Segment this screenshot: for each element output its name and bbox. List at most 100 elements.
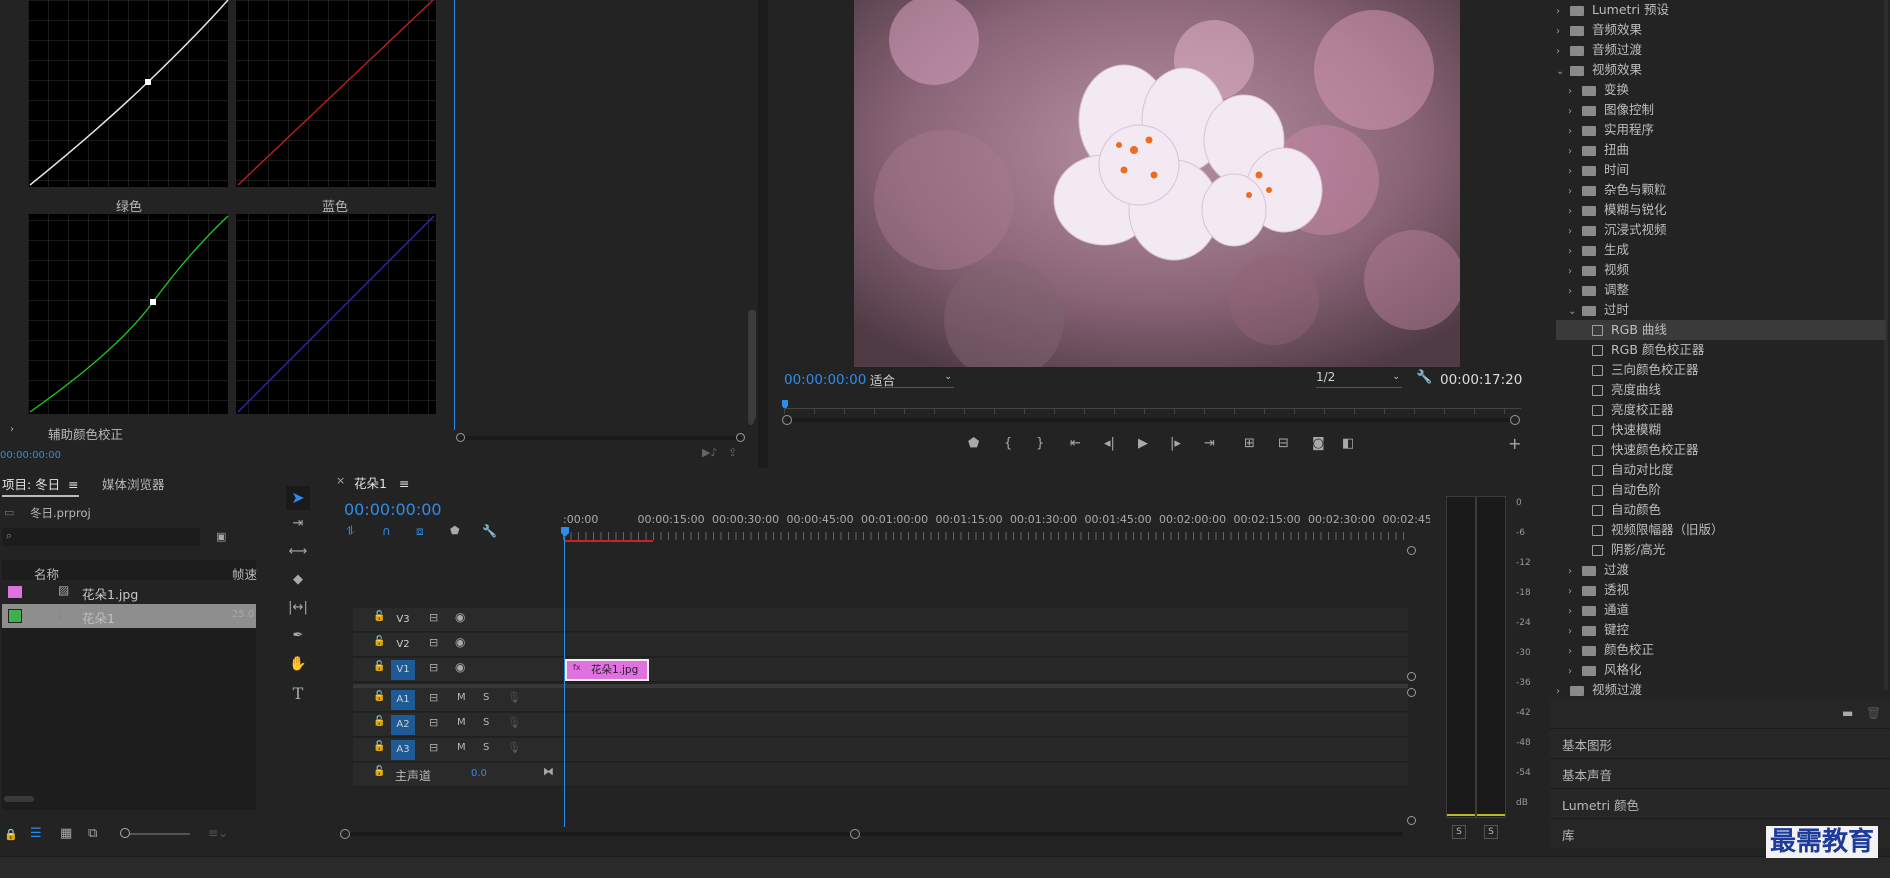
chevron-right-icon[interactable]: › bbox=[1568, 622, 1582, 642]
nest-icon[interactable]: ⥮ bbox=[346, 524, 355, 539]
microphone-icon[interactable]: 🎙 bbox=[507, 741, 521, 754]
effect-folder[interactable]: › 视频过渡 bbox=[1556, 680, 1642, 700]
trash-icon[interactable]: 🗑 bbox=[1866, 706, 1881, 720]
icon-view-icon[interactable]: ▦ bbox=[60, 826, 72, 841]
slip-tool-icon[interactable]: |↔| bbox=[286, 600, 310, 615]
chevron-right-icon[interactable]: › bbox=[1568, 662, 1582, 682]
tab-project[interactable]: 项目: 冬日 ≡ bbox=[2, 474, 79, 497]
sync-lock-icon[interactable]: ⊟ bbox=[429, 636, 438, 649]
effect-item[interactable]: RGB 曲线 bbox=[1556, 320, 1886, 340]
effect-item[interactable]: 阴影/高光 bbox=[1592, 540, 1665, 560]
compare-view-icon[interactable]: ◧ bbox=[1342, 436, 1354, 451]
panel-scrollbar[interactable] bbox=[750, 310, 756, 420]
slider-knob[interactable] bbox=[120, 828, 130, 838]
export-icon[interactable]: ⇪ bbox=[728, 446, 737, 459]
chevron-right-icon[interactable]: › bbox=[1556, 22, 1570, 42]
list-item[interactable]: ⫶ 花朵1 25.0 bbox=[2, 604, 256, 628]
sync-lock-icon[interactable]: ⊟ bbox=[429, 716, 438, 729]
chevron-right-icon[interactable]: › bbox=[1568, 262, 1582, 282]
panel-lumetri-color[interactable]: Lumetri 颜色 bbox=[1550, 788, 1890, 818]
effect-folder[interactable]: › 生成 bbox=[1568, 240, 1629, 260]
solo-right-button[interactable]: S bbox=[1484, 825, 1498, 839]
ripple-edit-tool-icon[interactable]: ⟷ bbox=[286, 544, 310, 559]
go-to-out-icon[interactable]: ⇥ bbox=[1204, 436, 1215, 451]
panel-menu-icon[interactable]: ≡ bbox=[68, 477, 78, 492]
microphone-icon[interactable]: 🎙 bbox=[507, 691, 521, 704]
lock-icon[interactable]: 🔓 bbox=[373, 741, 385, 752]
resolution-dropdown[interactable]: 1/2 ⌄ bbox=[1316, 370, 1402, 388]
chevron-right-icon[interactable]: › bbox=[1556, 42, 1570, 62]
chevron-right-icon[interactable]: › bbox=[1568, 642, 1582, 662]
timeline-zoom-bar[interactable] bbox=[348, 832, 1403, 836]
pen-tool-icon[interactable]: ✒ bbox=[286, 628, 310, 643]
video-scroll-handle[interactable] bbox=[1407, 672, 1416, 681]
effect-item[interactable]: 快速颜色校正器 bbox=[1592, 440, 1699, 460]
track-select-tool-icon[interactable]: ⇥ bbox=[286, 516, 310, 531]
linked-selection-icon[interactable]: ⧈ bbox=[416, 524, 424, 539]
effect-item[interactable]: 三向颜色校正器 bbox=[1592, 360, 1699, 380]
effect-folder[interactable]: › 音频效果 bbox=[1556, 20, 1642, 40]
solo-button[interactable]: S bbox=[483, 717, 489, 728]
effect-folder[interactable]: › 透视 bbox=[1568, 580, 1629, 600]
effect-folder[interactable]: › 实用程序 bbox=[1568, 120, 1654, 140]
effect-controls-zoom-bar[interactable] bbox=[460, 436, 742, 440]
effect-folder[interactable]: › 扭曲 bbox=[1568, 140, 1629, 160]
selection-tool-icon[interactable]: ➤ bbox=[286, 486, 310, 510]
mark-out-icon[interactable]: } bbox=[1036, 436, 1044, 451]
panel-menu-icon[interactable]: ≡ bbox=[399, 476, 409, 491]
add-marker-icon[interactable]: ⬟ bbox=[968, 436, 979, 451]
audio-scroll-handle[interactable] bbox=[1407, 816, 1416, 825]
chevron-right-icon[interactable]: › bbox=[1568, 202, 1582, 222]
effect-item[interactable]: 亮度曲线 bbox=[1592, 380, 1661, 400]
mute-button[interactable]: M bbox=[457, 692, 466, 703]
chevron-right-icon[interactable]: › bbox=[1556, 2, 1570, 22]
zoom-handle-right[interactable] bbox=[736, 433, 745, 442]
camera-icon[interactable]: ◙ bbox=[1312, 436, 1325, 451]
chevron-right-icon[interactable]: › bbox=[1568, 582, 1582, 602]
mark-in-icon[interactable]: { bbox=[1004, 436, 1012, 451]
chevron-right-icon[interactable]: › bbox=[1568, 182, 1582, 202]
mute-button[interactable]: M bbox=[457, 742, 466, 753]
effect-controls-timecode[interactable]: 00:00:00:00 bbox=[0, 450, 61, 461]
lock-icon[interactable]: 🔓 bbox=[373, 661, 385, 672]
lock-icon[interactable]: 🔓 bbox=[373, 691, 385, 702]
effect-folder[interactable]: › 模糊与锐化 bbox=[1568, 200, 1667, 220]
fit-dropdown[interactable]: 适合 ⌄ bbox=[870, 370, 954, 388]
chevron-right-icon[interactable]: › bbox=[1568, 602, 1582, 622]
zoom-handle-left[interactable] bbox=[340, 829, 350, 839]
effect-folder[interactable]: › 变换 bbox=[1568, 80, 1629, 100]
type-tool-icon[interactable]: T bbox=[286, 684, 310, 703]
tab-media-browser[interactable]: 媒体浏览器 bbox=[102, 474, 165, 493]
sync-lock-icon[interactable]: ⊟ bbox=[429, 691, 438, 704]
go-to-in-icon[interactable]: ⇤ bbox=[1070, 436, 1081, 451]
track-target-a2[interactable]: A2 bbox=[391, 715, 415, 735]
effect-folder[interactable]: › 过渡 bbox=[1568, 560, 1629, 580]
track-lane-master[interactable] bbox=[563, 763, 1408, 787]
track-lane-a3[interactable] bbox=[563, 738, 1408, 762]
chevron-right-icon[interactable]: › bbox=[1568, 282, 1582, 302]
track-target-v2[interactable]: V2 bbox=[391, 635, 415, 655]
thumbnail-size-slider[interactable] bbox=[124, 833, 190, 835]
effect-folder[interactable]: › 沉浸式视频 bbox=[1568, 220, 1667, 240]
track-target-v3[interactable]: V3 bbox=[391, 610, 415, 630]
chevron-right-icon[interactable]: › bbox=[1556, 682, 1570, 702]
video-scroll-handle[interactable] bbox=[1407, 546, 1416, 555]
chevron-right-icon[interactable]: › bbox=[1568, 222, 1582, 242]
lock-icon[interactable]: 🔓 bbox=[373, 766, 385, 777]
add-marker-icon[interactable]: ⬟ bbox=[450, 524, 460, 537]
mute-button[interactable]: M bbox=[457, 717, 466, 728]
list-item[interactable]: ▨ 花朵1.jpg bbox=[2, 580, 256, 604]
play-audio-icon[interactable]: ▶♪ bbox=[702, 446, 717, 459]
effect-item[interactable]: 自动颜色 bbox=[1592, 500, 1661, 520]
program-time-ruler[interactable] bbox=[784, 408, 1521, 414]
effect-folder[interactable]: › 通道 bbox=[1568, 600, 1629, 620]
microphone-icon[interactable]: 🎙 bbox=[507, 716, 521, 729]
track-target-a3[interactable]: A3 bbox=[391, 740, 415, 760]
sync-lock-icon[interactable]: ⊟ bbox=[429, 611, 438, 624]
chevron-right-icon[interactable]: › bbox=[1568, 562, 1582, 582]
close-icon[interactable]: × bbox=[336, 474, 345, 487]
chevron-down-icon[interactable]: ⌄ bbox=[1568, 302, 1582, 322]
effect-folder[interactable]: › 音频过渡 bbox=[1556, 40, 1642, 60]
chevron-right-icon[interactable]: › bbox=[1568, 82, 1582, 102]
effect-item[interactable]: 快速模糊 bbox=[1592, 420, 1661, 440]
